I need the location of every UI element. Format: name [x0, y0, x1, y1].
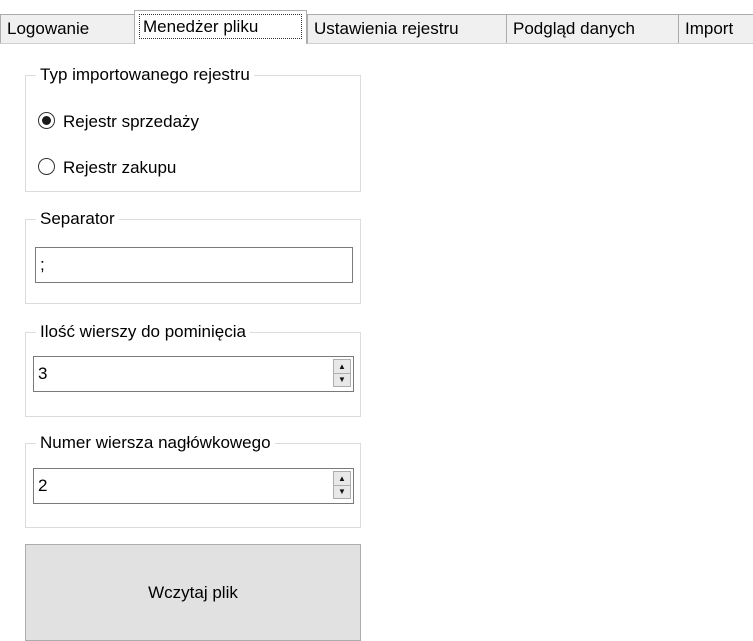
skip-rows-stepper[interactable]: 3 ▲ ▼ — [33, 356, 354, 392]
radio-sales-register[interactable]: Rejestr sprzedaży — [38, 110, 199, 134]
tab-label: Logowanie — [7, 19, 90, 38]
radio-purchase-register[interactable]: Rejestr zakupu — [38, 156, 176, 180]
tab-strip: Logowanie Menedżer pliku Ustawienia reje… — [0, 0, 753, 44]
header-row-group: Numer wiersza nagłówkowego 2 ▲ ▼ — [25, 432, 361, 528]
spin-buttons: ▲ ▼ — [333, 359, 351, 387]
header-row-value: 2 — [38, 476, 48, 495]
load-file-button[interactable]: Wczytaj plik — [25, 544, 361, 641]
separator-group: Separator ; — [25, 208, 361, 304]
spin-up-icon[interactable]: ▲ — [334, 360, 350, 374]
tab-label: Menedżer pliku — [143, 17, 259, 36]
skip-rows-legend: Ilość wierszy do pominięcia — [36, 321, 250, 343]
load-file-label: Wczytaj plik — [148, 583, 238, 602]
skip-rows-group: Ilość wierszy do pominięcia 3 ▲ ▼ — [25, 321, 361, 417]
radio-checked-icon — [38, 112, 55, 130]
skip-rows-value: 3 — [38, 364, 48, 383]
tab-import[interactable]: Import — [678, 14, 753, 43]
radio-label: Rejestr zakupu — [63, 158, 177, 177]
tab-logowanie[interactable]: Logowanie — [0, 14, 135, 43]
separator-legend: Separator — [36, 208, 119, 230]
tab-label: Podgląd danych — [513, 19, 635, 38]
tab-menedzer-pliku[interactable]: Menedżer pliku — [134, 10, 307, 44]
tab-focus-rect: Menedżer pliku — [139, 14, 302, 39]
spin-buttons: ▲ ▼ — [333, 471, 351, 499]
tab-podglad-danych[interactable]: Podgląd danych — [506, 14, 679, 43]
separator-input[interactable]: ; — [35, 247, 353, 283]
register-type-group: Typ importowanego rejestru Rejestr sprze… — [25, 64, 361, 192]
spin-down-icon[interactable]: ▼ — [334, 485, 350, 498]
tab-label: Import — [685, 19, 734, 38]
tab-ustawienia-rejestru[interactable]: Ustawienia rejestru — [307, 14, 507, 43]
separator-value: ; — [40, 255, 45, 274]
spin-up-icon[interactable]: ▲ — [334, 472, 350, 486]
header-row-legend: Numer wiersza nagłówkowego — [36, 432, 275, 454]
register-type-legend: Typ importowanego rejestru — [36, 64, 254, 86]
header-row-stepper[interactable]: 2 ▲ ▼ — [33, 468, 354, 504]
tab-label: Ustawienia rejestru — [314, 19, 459, 38]
radio-unchecked-icon — [38, 158, 55, 176]
radio-label: Rejestr sprzedaży — [63, 112, 200, 131]
tab-strip-divider — [0, 43, 753, 44]
spin-down-icon[interactable]: ▼ — [334, 373, 350, 386]
